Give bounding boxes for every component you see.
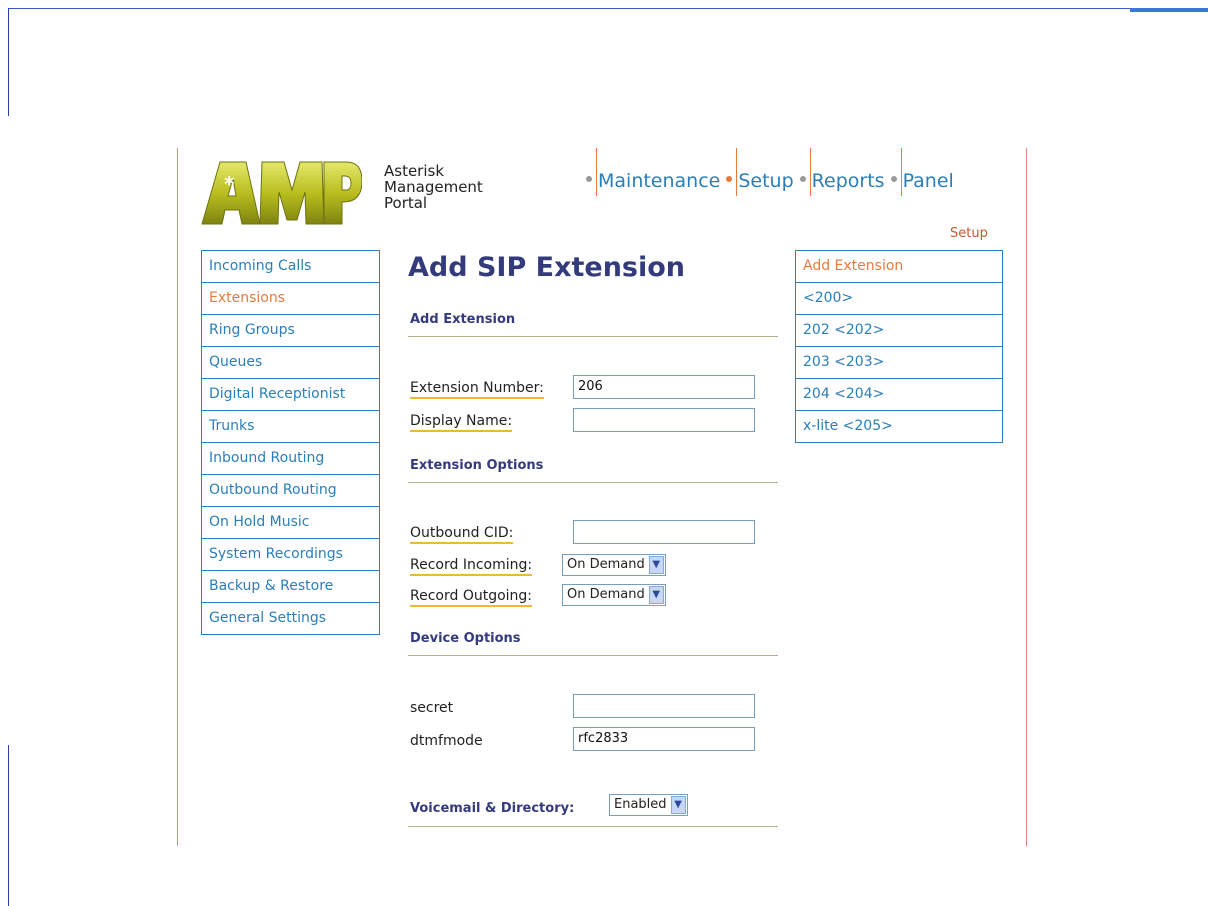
portal-tagline: Asterisk Management Portal <box>384 163 483 211</box>
amp-logo: * <box>200 158 363 228</box>
record-outgoing-label: Record Outgoing: <box>410 588 533 607</box>
left-edge-line <box>8 745 9 906</box>
extension-number-label: Extension Number: <box>410 380 544 399</box>
sidebar-item-digital-receptionist[interactable]: Digital Receptionist <box>202 379 379 411</box>
voicemail-directory-value: Enabled <box>614 797 667 812</box>
page-frame-left <box>177 148 178 846</box>
dtmfmode-label: dtmfmode <box>410 733 483 749</box>
left-edge-line <box>8 8 9 116</box>
top-nav-link-reports[interactable]: Reports <box>811 170 885 196</box>
extension-number-input[interactable]: 206 <box>573 375 755 399</box>
sidebar-item-system-recordings[interactable]: System Recordings <box>202 539 379 571</box>
top-nav-link-maintenance[interactable]: Maintenance <box>597 170 720 196</box>
sidebar-item-inbound-routing[interactable]: Inbound Routing <box>202 443 379 475</box>
sidebar-item-extensions[interactable]: Extensions <box>202 283 379 315</box>
bullet-icon <box>586 176 592 182</box>
top-nav-link-setup[interactable]: Setup <box>737 170 793 196</box>
record-outgoing-value: On Demand <box>567 587 645 602</box>
top-right-accent <box>1130 8 1208 12</box>
sidebar-item-ring-groups[interactable]: Ring Groups <box>202 315 379 347</box>
section-heading-device-options: Device Options <box>410 631 521 646</box>
dtmfmode-input[interactable]: rfc2833 <box>573 727 755 751</box>
section-heading-extension-options: Extension Options <box>410 458 544 473</box>
chevron-down-icon[interactable]: ▼ <box>670 796 686 814</box>
extension-list: Add Extension <200> 202 <202> 203 <203> … <box>795 250 1003 443</box>
section-divider <box>408 826 778 827</box>
sidebar-item-backup-restore[interactable]: Backup & Restore <box>202 571 379 603</box>
extension-item[interactable]: 204 <204> <box>796 379 1002 411</box>
svg-text:*: * <box>224 172 235 196</box>
tagline-line: Management <box>384 178 483 196</box>
voicemail-directory-label: Voicemail & Directory: <box>410 801 575 816</box>
display-name-input[interactable] <box>573 408 755 432</box>
record-incoming-select[interactable]: On Demand ▼ <box>562 554 666 576</box>
extension-item[interactable]: 203 <203> <box>796 347 1002 379</box>
secret-label: secret <box>410 700 454 716</box>
page-title: Add SIP Extension <box>408 252 686 283</box>
extension-item[interactable]: 202 <202> <box>796 315 1002 347</box>
bullet-icon <box>799 176 806 182</box>
record-outgoing-select[interactable]: On Demand ▼ <box>562 584 666 606</box>
bullet-icon <box>726 176 733 182</box>
top-nav: Maintenance Setup Reports Panel <box>580 148 954 196</box>
sidebar-item-incoming-calls[interactable]: Incoming Calls <box>202 251 379 283</box>
sidebar-item-queues[interactable]: Queues <box>202 347 379 379</box>
sidebar: Incoming Calls Extensions Ring Groups Qu… <box>201 250 380 635</box>
outbound-cid-label: Outbound CID: <box>410 525 514 544</box>
chevron-down-icon[interactable]: ▼ <box>648 586 664 604</box>
sidebar-item-trunks[interactable]: Trunks <box>202 411 379 443</box>
top-nav-panel: Panel <box>885 148 954 196</box>
top-nav-reports: Reports <box>794 148 885 196</box>
sidebar-item-on-hold-music[interactable]: On Hold Music <box>202 507 379 539</box>
top-border-line <box>8 8 1208 9</box>
sidebar-item-outbound-routing[interactable]: Outbound Routing <box>202 475 379 507</box>
display-name-label: Display Name: <box>410 413 513 432</box>
sidebar-item-general-settings[interactable]: General Settings <box>202 603 379 635</box>
top-nav-setup: Setup <box>720 148 794 196</box>
current-section-label: Setup <box>950 226 988 241</box>
extension-item[interactable]: <200> <box>796 283 1002 315</box>
section-divider <box>408 336 778 337</box>
tagline-line: Asterisk <box>384 162 445 180</box>
chevron-down-icon[interactable]: ▼ <box>648 556 664 574</box>
secret-input[interactable] <box>573 694 755 718</box>
section-divider <box>408 482 778 483</box>
bullet-icon <box>890 176 897 182</box>
extension-item-add[interactable]: Add Extension <box>796 251 1002 283</box>
top-nav-maintenance: Maintenance <box>580 148 720 196</box>
page-frame-right <box>1026 148 1027 846</box>
record-incoming-label: Record Incoming: <box>410 557 533 576</box>
voicemail-directory-select[interactable]: Enabled ▼ <box>609 794 688 816</box>
record-incoming-value: On Demand <box>567 557 645 572</box>
section-divider <box>408 655 778 656</box>
top-nav-link-panel[interactable]: Panel <box>902 170 954 196</box>
extension-item[interactable]: x-lite <205> <box>796 411 1002 443</box>
tagline-line: Portal <box>384 194 428 212</box>
outbound-cid-input[interactable] <box>573 520 755 544</box>
section-heading-add-extension: Add Extension <box>410 312 516 327</box>
